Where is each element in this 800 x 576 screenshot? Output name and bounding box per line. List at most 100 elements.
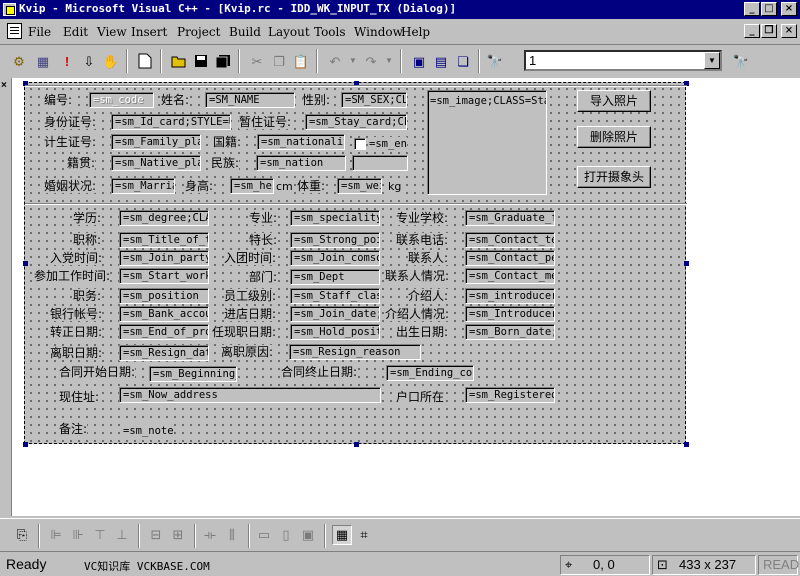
test-dialog-icon[interactable]: ⎘ xyxy=(12,525,32,545)
menu-project[interactable]: Project xyxy=(177,25,220,39)
close-button[interactable]: × xyxy=(781,2,797,16)
breakpoint-icon[interactable]: ✋ xyxy=(100,50,122,72)
doc-restore-button[interactable]: ❐ xyxy=(761,24,777,38)
document-icon[interactable] xyxy=(7,23,22,39)
field-graduate[interactable]: =sm_Graduate_from xyxy=(465,210,555,226)
output-icon[interactable]: ▤ xyxy=(430,50,452,72)
open-camera-button[interactable]: 打开摄象头 xyxy=(577,166,651,188)
build-icon[interactable]: ▦ xyxy=(32,50,54,72)
center-vertical-icon[interactable]: ⊟ xyxy=(146,525,166,545)
field-phone[interactable]: =sm_Contact_tel xyxy=(465,232,555,248)
field-dept[interactable]: =sm_Dept xyxy=(290,269,380,285)
field-contact-info[interactable]: =sm_Contact_memo xyxy=(465,268,555,284)
delete-photo-button[interactable]: 删除照片 xyxy=(577,126,651,148)
field-family[interactable]: =sm_Family_plan xyxy=(111,134,201,150)
field-title[interactable]: =sm_Title_of_tech xyxy=(119,232,209,248)
align-bottom-icon[interactable]: ⊥ xyxy=(112,525,132,545)
toggle-grid-icon[interactable]: ▦ xyxy=(332,525,352,545)
menu-help[interactable]: Help xyxy=(401,25,430,39)
field-stay[interactable]: =sm_Stay_card;CL xyxy=(305,114,407,130)
field-join-league[interactable]: =sm_Join_comsomol xyxy=(290,250,380,266)
field-resign-reason[interactable]: =sm_Resign_reason xyxy=(289,344,421,360)
minimize-button[interactable]: _ xyxy=(744,2,760,16)
field-idcard[interactable]: =sm_Id_card;STYLE=U xyxy=(111,114,231,130)
field-start-work[interactable]: =sm_Start_work xyxy=(119,268,209,284)
field-hold-pos[interactable]: =sm_Hold_position xyxy=(290,324,380,340)
field-resign-date[interactable]: =sm_Resign_date xyxy=(119,345,209,361)
field-contact[interactable]: =sm_Contact_person xyxy=(465,250,555,266)
resize-handle[interactable] xyxy=(684,261,689,266)
space-across-icon[interactable]: ⟛ xyxy=(200,525,220,545)
menu-file[interactable]: File xyxy=(28,25,51,39)
workspace-icon[interactable]: ▣ xyxy=(408,50,430,72)
resize-handle[interactable] xyxy=(23,442,28,447)
maximize-button[interactable]: □ xyxy=(761,2,777,16)
resize-handle[interactable] xyxy=(23,261,28,266)
menu-view[interactable]: View xyxy=(97,25,127,39)
paste-icon[interactable]: 📋 xyxy=(290,50,312,72)
execute-icon[interactable]: ! xyxy=(56,50,78,72)
same-height-icon[interactable]: ▯ xyxy=(276,525,296,545)
field-note[interactable]: =sm_note xyxy=(123,424,174,438)
close-icon[interactable]: × xyxy=(1,80,7,91)
field-nationality[interactable]: =sm_nationality xyxy=(257,134,345,150)
menu-layout[interactable]: Layout xyxy=(268,25,310,39)
field-born[interactable]: =sm_Born_date;C xyxy=(465,324,555,340)
field-speciality[interactable]: =sm_speciality xyxy=(290,210,380,226)
field-registered[interactable]: =sm_Registered xyxy=(465,387,555,403)
field-staff-class[interactable]: =sm_Staff_class xyxy=(290,288,380,304)
compile-icon[interactable]: ⚙ xyxy=(8,50,30,72)
chevron-down-icon[interactable]: ▼ xyxy=(704,52,720,69)
menu-build[interactable]: Build xyxy=(229,25,261,39)
left-dock-strip[interactable]: × xyxy=(0,78,12,516)
field-sex[interactable]: =SM_SEX;CLASS xyxy=(341,92,407,108)
same-width-icon[interactable]: ▭ xyxy=(254,525,274,545)
save-icon[interactable] xyxy=(190,50,212,72)
field-join-date[interactable]: =sm_Join_date;C xyxy=(290,306,380,322)
field-weight[interactable]: =sm_weight xyxy=(337,178,382,194)
find-in-files-icon[interactable]: 🔭 xyxy=(484,50,506,72)
resize-handle[interactable] xyxy=(354,442,359,447)
menu-window[interactable]: Window xyxy=(354,25,403,39)
copy-icon[interactable]: ❐ xyxy=(268,50,290,72)
new-file-icon[interactable] xyxy=(134,50,156,72)
field-address[interactable]: =sm_Now_address xyxy=(119,387,381,403)
toggle-guides-icon[interactable]: ⌗ xyxy=(354,525,374,545)
doc-close-button[interactable]: × xyxy=(781,24,797,38)
align-top-icon[interactable]: ⊤ xyxy=(90,525,110,545)
search-icon[interactable]: 🔭 xyxy=(730,50,752,72)
field-bank[interactable]: =sm_Bank_account xyxy=(119,306,209,322)
field-nation[interactable]: =sm_nation xyxy=(256,155,346,171)
field-native[interactable]: =sm_Native_place xyxy=(111,155,201,171)
field-introducer[interactable]: =sm_introducer xyxy=(465,288,555,304)
photo-box[interactable]: =sm_image;CLASS=Static xyxy=(427,90,547,195)
field-nation-extra[interactable] xyxy=(352,155,408,171)
field-name[interactable]: =SM_NAME xyxy=(205,92,295,108)
space-down-icon[interactable]: ⫼ xyxy=(222,525,242,545)
menu-tools[interactable]: Tools xyxy=(314,25,346,39)
same-size-icon[interactable]: ▣ xyxy=(298,525,318,545)
menu-insert[interactable]: Insert xyxy=(131,25,167,39)
field-strong[interactable]: =sm_Strong_point xyxy=(290,232,380,248)
field-join-party[interactable]: =sm_Join_party_date xyxy=(119,250,209,266)
align-right-icon[interactable]: ⊪ xyxy=(68,525,88,545)
field-introducer-info[interactable]: =sm_Introducer_memo xyxy=(465,306,555,322)
save-all-icon[interactable] xyxy=(212,50,234,72)
field-marriage[interactable]: =sm_Marriage xyxy=(111,178,175,194)
find-combo[interactable]: 1 ▼ xyxy=(524,50,722,71)
field-end-probation[interactable]: =sm_End_of_probation xyxy=(119,324,209,340)
field-contract-end[interactable]: =sm_Ending_contract xyxy=(386,365,474,381)
checkbox-en[interactable] xyxy=(354,138,366,150)
go-icon[interactable]: ⇩ xyxy=(78,50,100,72)
field-contract-begin[interactable]: =sm_Beginning_date xyxy=(149,366,237,382)
field-position[interactable]: =sm_position xyxy=(119,288,209,304)
window-list-icon[interactable]: ❏ xyxy=(452,50,474,72)
dialog-editor-canvas[interactable]: 编号: =sm_code 姓名: =SM_NAME 性别: =SM_SEX;CL… xyxy=(23,81,689,447)
field-code[interactable]: =sm_code xyxy=(89,92,154,108)
resize-handle[interactable] xyxy=(684,442,689,447)
center-horizontal-icon[interactable]: ⊞ xyxy=(168,525,188,545)
redo-dropdown-icon[interactable]: ▼ xyxy=(378,50,400,72)
cut-icon[interactable]: ✂ xyxy=(246,50,268,72)
menu-edit[interactable]: Edit xyxy=(63,25,88,39)
field-height[interactable]: =sm_height xyxy=(230,178,274,194)
